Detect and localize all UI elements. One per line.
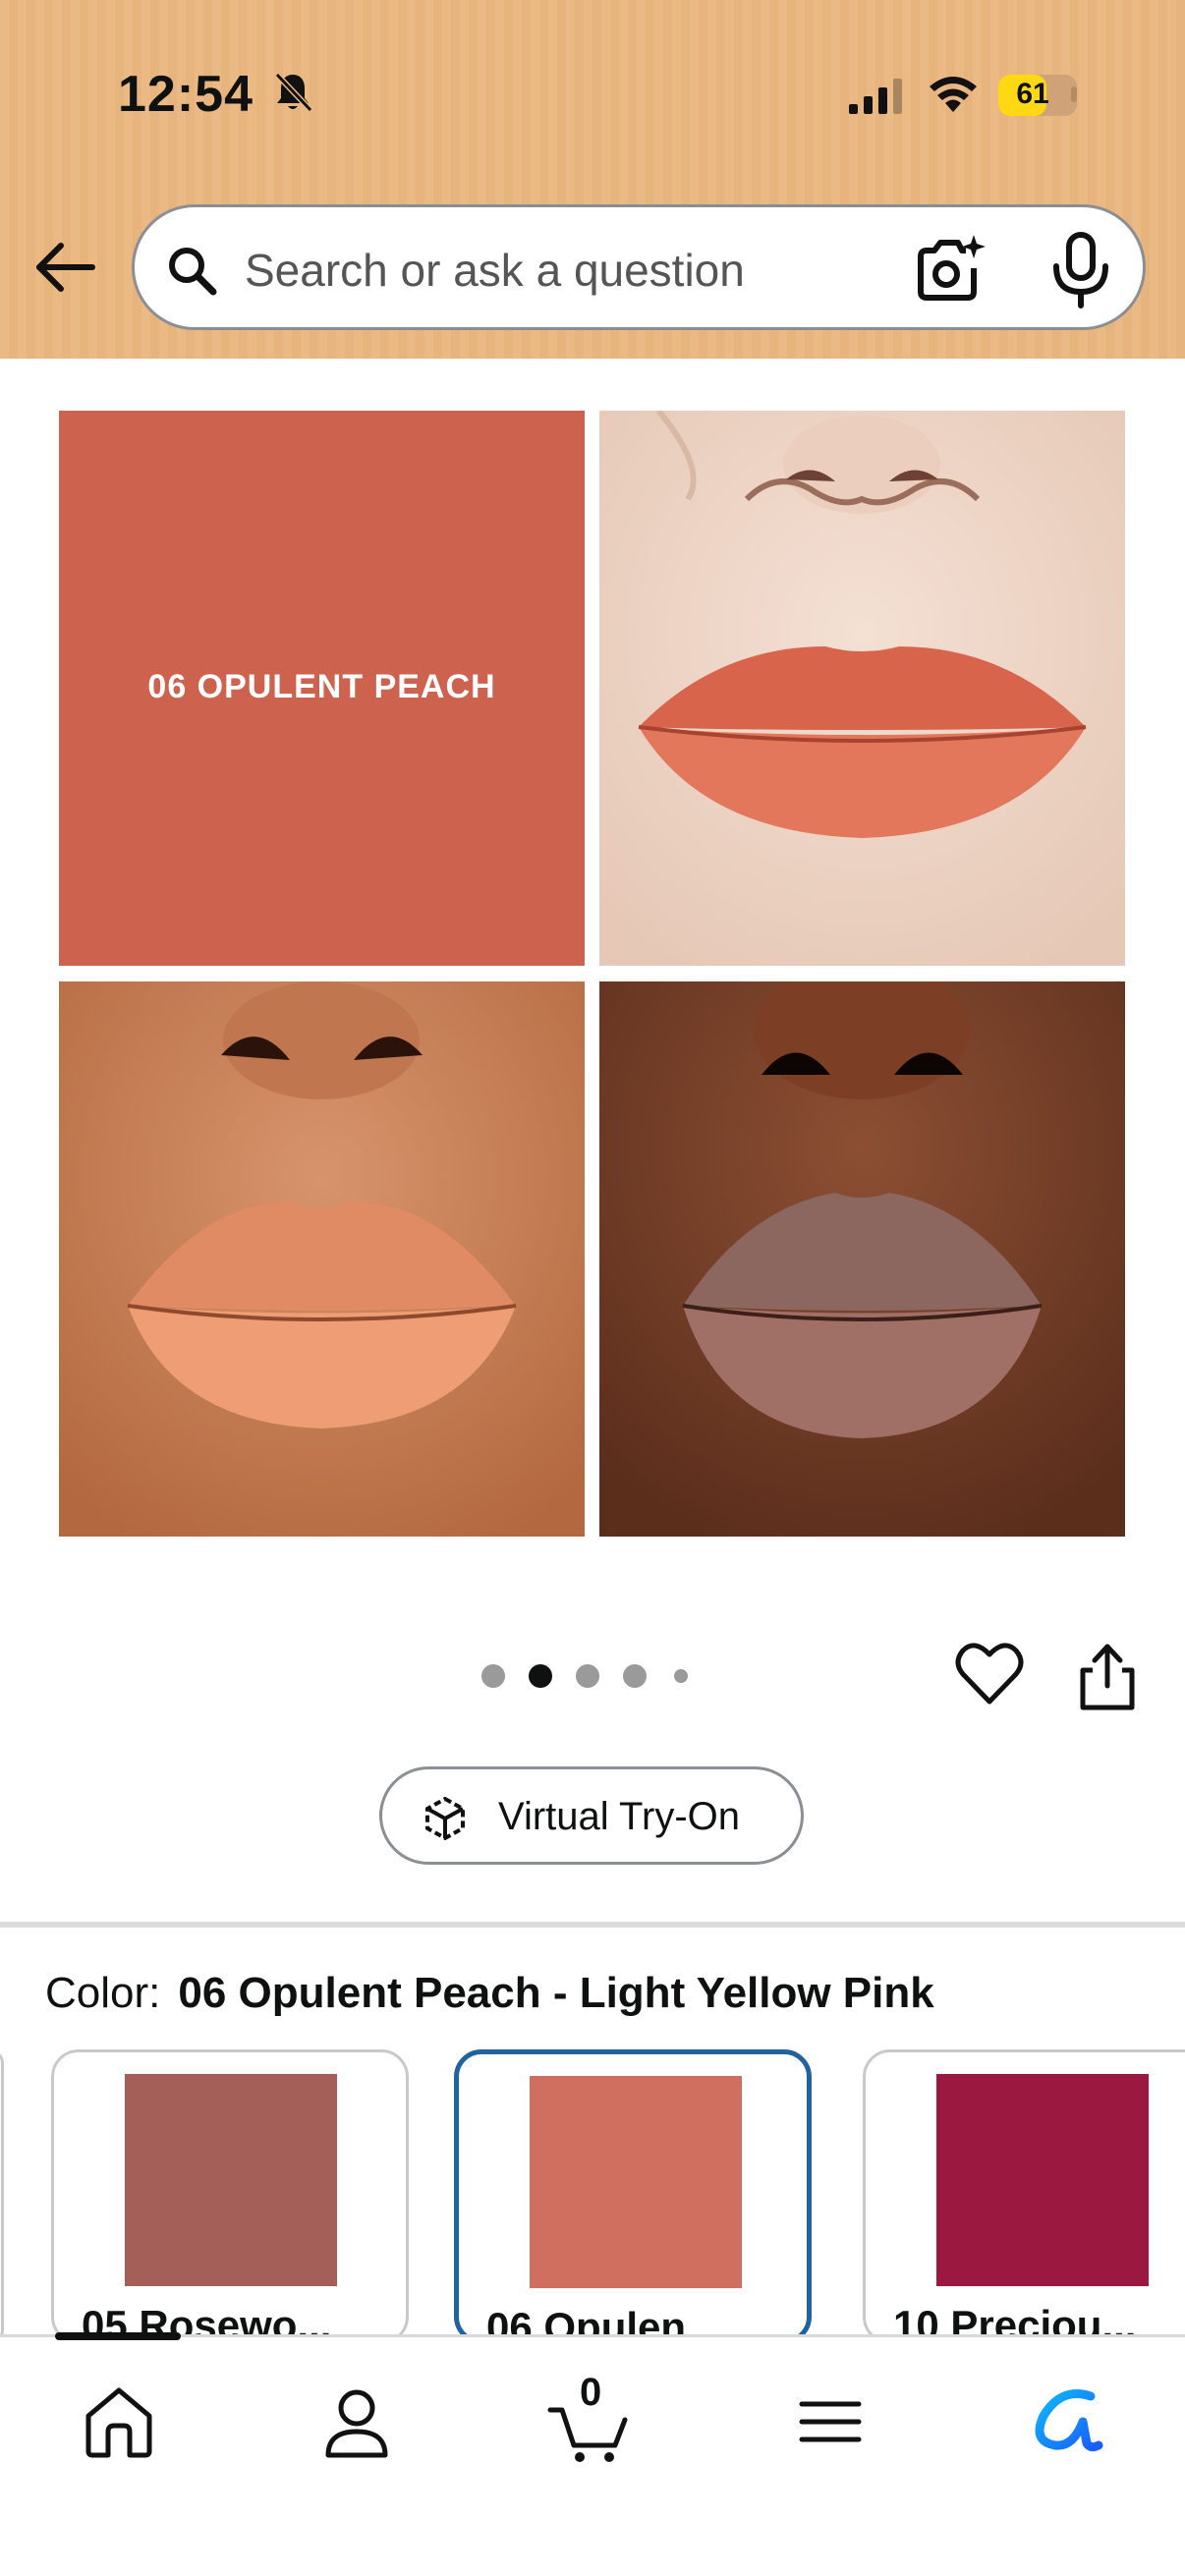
swatch-card-partial[interactable] (0, 2049, 4, 2344)
battery-percent: 61 (1016, 78, 1049, 110)
color-swatch (125, 2074, 337, 2286)
section-divider (0, 1922, 1185, 1928)
rufus-icon[interactable] (1022, 2377, 1110, 2465)
carousel-dot-active[interactable] (529, 1664, 552, 1688)
swatch-option-precious[interactable]: 10 Preciou... (863, 2049, 1185, 2344)
home-icon[interactable] (75, 2377, 163, 2465)
bell-off-icon (274, 72, 313, 113)
color-swatch (936, 2074, 1149, 2286)
virtual-try-on-label: Virtual Try-On (498, 1795, 740, 1838)
product-image-lips-medium[interactable] (59, 981, 585, 1537)
heart-icon[interactable] (955, 1641, 1024, 1708)
account-icon[interactable] (312, 2377, 401, 2465)
menu-icon[interactable] (786, 2377, 875, 2465)
carousel-page-indicator[interactable] (481, 1664, 704, 1694)
battery-icon: 61 (998, 75, 1077, 116)
swatch-option-rosewood[interactable]: 05 Rosewo... (51, 2049, 409, 2344)
virtual-try-on-button[interactable]: Virtual Try-On (379, 1766, 804, 1865)
microphone-icon[interactable] (1048, 231, 1113, 309)
top-header: 12:54 61 (0, 0, 1185, 359)
carousel-dot[interactable] (481, 1664, 505, 1688)
carousel-dot[interactable] (623, 1664, 647, 1688)
search-input[interactable] (243, 237, 934, 304)
bottom-navigation: 0 (0, 2334, 1185, 2576)
swatch-option-opulent-peach[interactable]: 06 Opulen... (454, 2049, 812, 2344)
search-icon (169, 248, 217, 296)
swatch-image-label: 06 OPULENT PEACH (147, 668, 496, 705)
product-image-swatch[interactable]: 06 OPULENT PEACH (59, 411, 585, 966)
back-arrow-icon[interactable] (29, 232, 100, 303)
nav-active-indicator (55, 2332, 181, 2340)
cart-count: 0 (580, 2371, 602, 2414)
product-image-lips-light[interactable] (599, 411, 1125, 966)
search-bar[interactable] (132, 204, 1146, 330)
product-image-lips-deep[interactable] (599, 981, 1125, 1537)
cube-icon (425, 1796, 465, 1841)
signal-icon (849, 79, 902, 114)
carousel-dot[interactable] (576, 1664, 599, 1688)
status-time: 12:54 (118, 66, 254, 123)
cart-icon[interactable]: 0 (546, 2371, 635, 2465)
color-selection-line: Color: 06 Opulent Peach - Light Yellow Pi… (45, 1969, 934, 2018)
carousel-dot[interactable] (674, 1669, 688, 1683)
camera-icon[interactable] (913, 233, 988, 308)
selected-color-value: 06 Opulent Peach - Light Yellow Pink (178, 1969, 934, 2017)
color-label: Color: (45, 1969, 161, 2017)
share-icon[interactable] (1075, 1643, 1140, 1711)
wifi-icon (930, 77, 977, 112)
color-swatch (530, 2076, 742, 2288)
